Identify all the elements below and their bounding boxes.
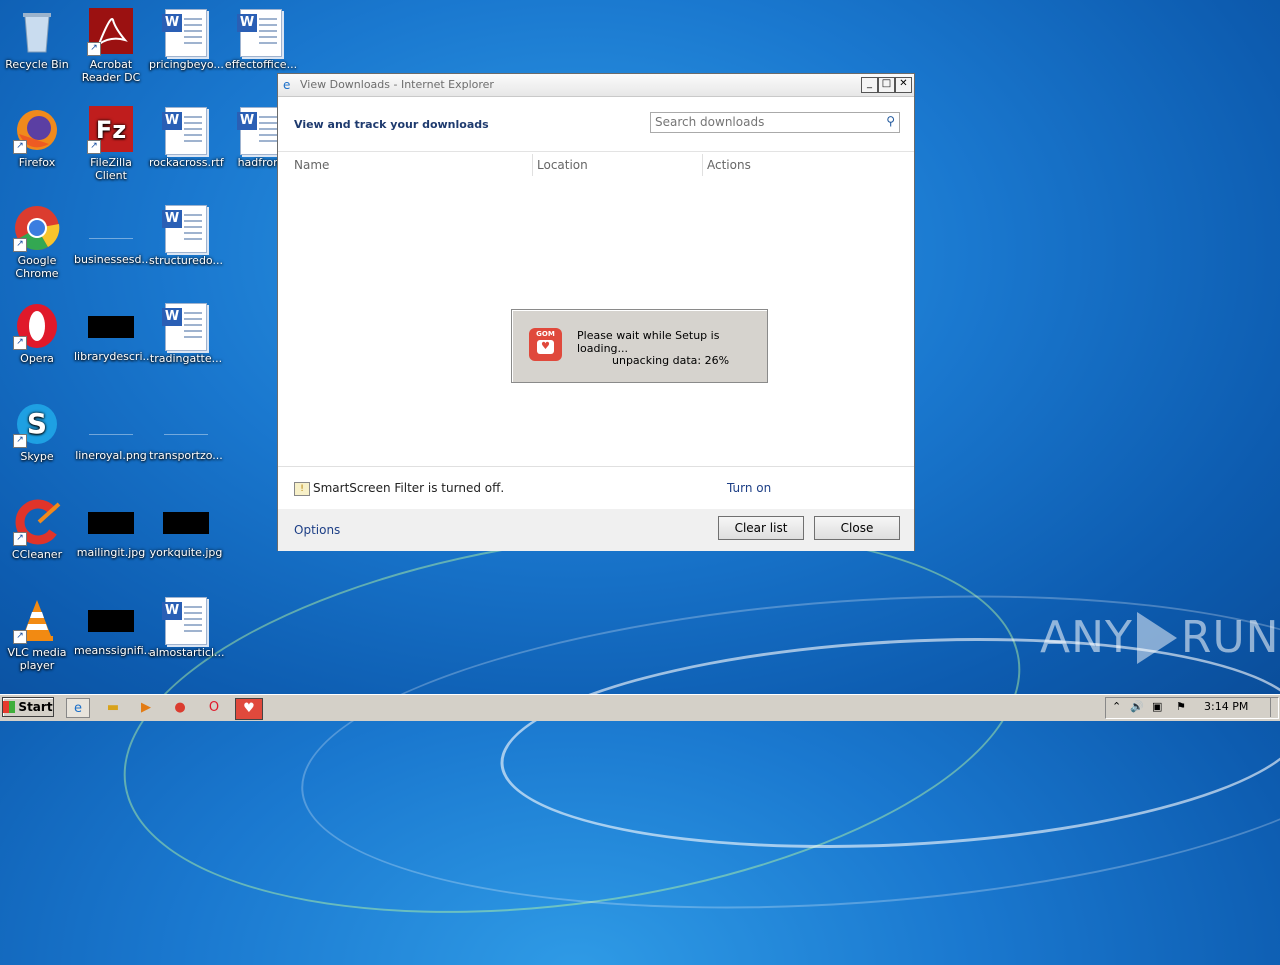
clear-list-button[interactable]: Clear list: [718, 516, 804, 540]
file-thumbnail: [164, 414, 208, 435]
desktop-icon-google-chrome[interactable]: ↗ Google Chrome: [0, 204, 74, 280]
system-tray: ⌃ 🔊 ▣ ⚑ 3:14 PM: [1105, 697, 1279, 719]
column-header-actions[interactable]: Actions: [707, 158, 751, 172]
word-document-icon: W: [162, 597, 207, 645]
desktop-icon-file[interactable]: businessesd...: [74, 204, 152, 266]
svg-text:S: S: [27, 407, 47, 440]
desktop-icon-filezilla[interactable]: Fz ↗ FileZilla Client: [74, 106, 148, 182]
column-divider[interactable]: [702, 154, 703, 176]
show-desktop-button[interactable]: [1270, 697, 1279, 717]
column-header-name[interactable]: Name: [294, 158, 329, 172]
column-divider[interactable]: [532, 154, 533, 176]
action-center-flag-icon[interactable]: ⚑: [1176, 700, 1186, 713]
acrobat-icon: ↗: [87, 8, 135, 56]
show-hidden-icons-icon[interactable]: ⌃: [1112, 700, 1121, 713]
clock[interactable]: 3:14 PM: [1204, 700, 1248, 713]
turn-on-link[interactable]: Turn on: [727, 481, 771, 495]
chrome-icon: ↗: [13, 204, 61, 252]
desktop-icon-file[interactable]: meanssignifi...: [74, 596, 154, 657]
taskbar-gom-icon[interactable]: ♥: [235, 698, 263, 720]
minimize-button[interactable]: _: [861, 77, 878, 93]
watermark-text-right: RUN: [1180, 612, 1280, 663]
firefox-icon: ↗: [13, 106, 61, 154]
desktop-icon-ccleaner[interactable]: ↗ CCleaner: [0, 498, 74, 561]
setup-message: Please wait while Setup is loading...: [577, 329, 720, 355]
taskbar: Start e ▬ ▶ ● O ♥ ⌃ 🔊 ▣ ⚑ 3:14 PM: [0, 694, 1280, 721]
desktop-icon-document[interactable]: W tradingatte...: [149, 302, 223, 365]
setup-loading-dialog: GOM ♥ Please wait while Setup is loading…: [511, 309, 768, 383]
setup-progress-text: unpacking data: 26%: [612, 354, 730, 367]
start-label: Start: [18, 700, 53, 714]
vlc-cone-icon: ↗: [13, 596, 61, 644]
smartscreen-status: SmartScreen Filter is turned off.: [313, 481, 505, 495]
watermark-text-left: ANY: [1040, 612, 1133, 663]
column-headers: Name Location Actions: [278, 152, 914, 178]
network-icon[interactable]: ▣: [1152, 700, 1162, 713]
play-icon: [1136, 612, 1177, 664]
word-document-icon: W: [237, 107, 282, 155]
desktop-icon-file[interactable]: lineroyal.png: [74, 400, 148, 462]
file-thumbnail: [88, 316, 134, 338]
word-document-icon: W: [162, 9, 207, 57]
anyrun-watermark: ANY RUN: [1040, 612, 1280, 664]
close-button[interactable]: Close: [814, 516, 900, 540]
opera-icon: ↗: [13, 302, 61, 350]
filezilla-icon: Fz ↗: [87, 106, 135, 154]
search-input[interactable]: [651, 113, 879, 130]
volume-icon[interactable]: 🔊: [1130, 700, 1144, 713]
downloads-header: View and track your downloads ⚲: [278, 97, 914, 152]
skype-icon: S ↗: [13, 400, 61, 448]
desktop-icon-acrobat[interactable]: ↗ Acrobat Reader DC: [74, 8, 148, 84]
search-box[interactable]: ⚲: [650, 112, 900, 133]
window-title: View Downloads - Internet Explorer: [300, 78, 494, 91]
file-thumbnail: [89, 218, 133, 239]
taskbar-folder-icon[interactable]: ▬: [102, 698, 124, 718]
desktop-icon-file[interactable]: mailingit.jpg: [74, 498, 148, 559]
desktop-icon-firefox[interactable]: ↗ Firefox: [0, 106, 74, 169]
desktop-icon-document[interactable]: W almostarticl...: [149, 596, 225, 659]
maximize-button[interactable]: □: [878, 77, 895, 93]
desktop-icon-document[interactable]: W effectoffice...: [224, 8, 298, 71]
recycle-bin-icon: [13, 8, 61, 56]
internet-explorer-icon: e: [283, 78, 291, 92]
windows-flag-icon: [3, 701, 16, 713]
desktop-icon-opera[interactable]: ↗ Opera: [0, 302, 74, 365]
file-thumbnail: [89, 414, 133, 435]
smartscreen-bar: ! SmartScreen Filter is turned off. Turn…: [278, 467, 914, 509]
desktop-icon-vlc[interactable]: ↗ VLC media player: [0, 596, 74, 672]
desktop-icon-document[interactable]: W rockacross.rtf: [149, 106, 224, 169]
word-document-icon: W: [162, 205, 207, 253]
word-document-icon: W: [237, 9, 282, 57]
options-link[interactable]: Options: [294, 523, 340, 537]
gom-player-icon: GOM ♥: [529, 328, 562, 361]
taskbar-ie-icon[interactable]: e: [66, 698, 90, 718]
window-footer: Options Clear list Close: [278, 509, 914, 551]
ccleaner-icon: ↗: [13, 498, 61, 546]
column-header-location[interactable]: Location: [537, 158, 588, 172]
smartscreen-warning-icon: !: [294, 482, 310, 496]
file-thumbnail: [88, 610, 134, 632]
gom-heart-icon: ♥: [537, 340, 554, 354]
file-thumbnail: [88, 512, 134, 534]
desktop-icon-file[interactable]: yorkquite.jpg: [149, 498, 223, 559]
taskbar-media-player-icon[interactable]: ▶: [135, 698, 157, 718]
search-icon[interactable]: ⚲: [886, 114, 895, 128]
start-button[interactable]: Start: [2, 697, 54, 717]
close-window-button[interactable]: ✕: [895, 77, 912, 93]
desktop-icon-file[interactable]: librarydescri...: [74, 302, 153, 363]
page-title: View and track your downloads: [294, 118, 489, 131]
desktop-icon-recycle-bin[interactable]: Recycle Bin: [0, 8, 74, 71]
gom-logo-text: GOM: [536, 330, 555, 338]
desktop-icon-document[interactable]: W pricingbeyo...: [149, 8, 224, 71]
window-titlebar[interactable]: e View Downloads - Internet Explorer _ □…: [278, 74, 914, 97]
word-document-icon: W: [162, 303, 207, 351]
word-document-icon: W: [162, 107, 207, 155]
taskbar-opera-icon[interactable]: O: [203, 698, 225, 718]
file-thumbnail: [163, 512, 209, 534]
desktop-icon-document[interactable]: W structuredo...: [149, 204, 223, 267]
desktop-icon-file[interactable]: transportzo...: [149, 400, 223, 462]
desktop-icon-skype[interactable]: S ↗ Skype: [0, 400, 74, 463]
taskbar-chrome-icon[interactable]: ●: [169, 698, 191, 718]
